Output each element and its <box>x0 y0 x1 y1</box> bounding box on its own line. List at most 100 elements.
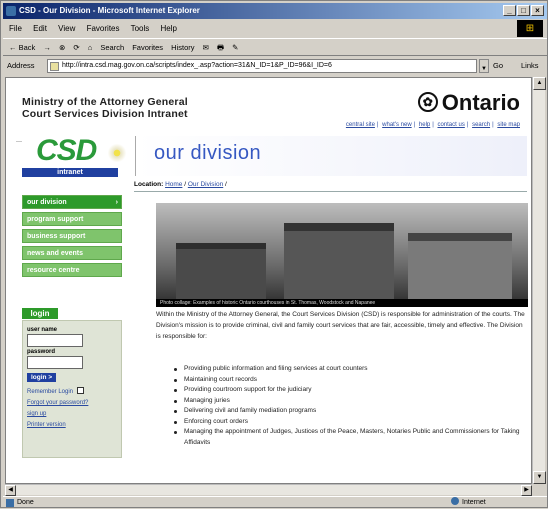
remember-label: Remember Login <box>27 389 74 395</box>
ministry-line-2: Court Services Division Intranet <box>22 108 188 120</box>
mail-icon[interactable]: ✉ <box>203 43 209 52</box>
nav-label: our division <box>27 199 67 206</box>
breadcrumb-label: Location: <box>134 181 164 188</box>
list-item: Delivering civil and family mediation pr… <box>174 406 529 417</box>
csd-logo-text: CSD <box>36 134 97 167</box>
edit-icon[interactable]: ✎ <box>232 43 238 52</box>
nav-program-support[interactable]: program support <box>22 212 122 226</box>
remember-login[interactable]: Remember Login <box>27 387 117 395</box>
list-item: Managing the appointment of Judges, Just… <box>174 427 529 448</box>
list-item: Providing courtroom support for the judi… <box>174 385 529 396</box>
menu-edit[interactable]: Edit <box>33 24 47 33</box>
zone-label: Internet <box>462 499 486 506</box>
link-site-map[interactable]: site map <box>497 122 520 128</box>
address-url: http://intra.csd.mag.gov.on.ca/scripts/i… <box>62 62 332 69</box>
go-button[interactable]: Go <box>493 57 503 75</box>
globe-icon <box>451 497 459 505</box>
scroll-down-icon[interactable]: ▼ <box>533 471 546 484</box>
nav-label: resource centre <box>27 267 80 274</box>
breadcrumb-home[interactable]: Home <box>165 181 182 188</box>
menu-view[interactable]: View <box>58 24 75 33</box>
link-contact-us[interactable]: contact us <box>437 122 464 128</box>
back-button[interactable]: ← Back <box>9 43 35 52</box>
printer-version-link[interactable]: Printer version <box>27 422 117 428</box>
nav-resource-centre[interactable]: resource centre <box>22 263 122 277</box>
home-icon[interactable]: ⌂ <box>88 43 93 52</box>
security-zone: Internet <box>451 497 486 509</box>
courthouse-woodstock <box>284 223 394 299</box>
section-title: our division <box>154 142 262 164</box>
intro-paragraph: Within the Ministry of the Attorney Gene… <box>156 311 525 340</box>
nav-business-support[interactable]: business support <box>22 229 122 243</box>
link-help[interactable]: help <box>419 122 430 128</box>
left-nav: our division › program support business s… <box>22 195 122 280</box>
ministry-title: Ministry of the Attorney General Court S… <box>22 96 188 120</box>
remember-checkbox[interactable] <box>77 387 85 394</box>
vertical-scrollbar[interactable]: ▲ ▼ <box>532 77 546 484</box>
search-button[interactable]: Search <box>100 43 124 52</box>
login-heading: login <box>22 308 58 319</box>
nav-news-and-events[interactable]: news and events <box>22 246 122 260</box>
status-bar: Done Internet <box>3 496 547 508</box>
courthouse-photo-collage: Photo collage: Examples of historic Onta… <box>156 203 528 307</box>
chevron-right-icon: › <box>115 199 118 206</box>
address-label: Address <box>7 61 35 70</box>
nav-our-division[interactable]: our division › <box>22 195 122 209</box>
address-input[interactable]: http://intra.csd.mag.gov.on.ca/scripts/i… <box>47 59 477 73</box>
list-item: Providing public information and filing … <box>174 364 529 375</box>
address-bar: Address http://intra.csd.mag.gov.on.ca/s… <box>3 57 547 75</box>
toolbar: ← Back → ⊗ ⟳ ⌂ Search Favorites History … <box>3 38 547 56</box>
menu-help[interactable]: Help <box>161 24 177 33</box>
scroll-left-icon[interactable]: ◀ <box>5 485 16 496</box>
page-icon <box>50 62 59 71</box>
password-label: password <box>27 349 56 355</box>
trillium-flower-icon <box>106 142 128 164</box>
sign-up-link[interactable]: sign up <box>27 411 117 417</box>
ontario-logo[interactable]: ✿ Ontario <box>417 90 520 116</box>
close-button[interactable]: × <box>531 5 544 16</box>
address-dropdown-icon[interactable]: ▼ <box>479 59 489 73</box>
links-button[interactable]: Links <box>521 57 539 75</box>
maximize-button[interactable]: □ <box>517 5 530 16</box>
refresh-icon[interactable]: ⟳ <box>73 43 79 52</box>
link-central-site[interactable]: central site <box>346 122 375 128</box>
print-icon[interactable]: 🖶 <box>217 43 224 52</box>
horizontal-scrollbar[interactable]: ◀ ▶ <box>5 484 532 496</box>
login-button[interactable]: login > <box>27 373 57 382</box>
password-input[interactable] <box>27 356 83 369</box>
menu-tools[interactable]: Tools <box>131 24 150 33</box>
nav-label: business support <box>27 233 86 240</box>
menu-file[interactable]: File <box>9 24 22 33</box>
photo-caption: Photo collage: Examples of historic Onta… <box>156 299 528 307</box>
intranet-label: intranet <box>22 168 118 177</box>
scroll-up-icon[interactable]: ▲ <box>533 77 546 90</box>
nav-label: news and events <box>27 250 84 257</box>
link-search[interactable]: search <box>472 122 490 128</box>
nav-label: program support <box>27 216 84 223</box>
trillium-icon: ✿ <box>417 92 438 112</box>
username-input[interactable] <box>27 334 83 347</box>
favorites-button[interactable]: Favorites <box>132 43 163 52</box>
forward-button[interactable]: → <box>43 43 51 52</box>
minimize-button[interactable]: _ <box>503 5 516 16</box>
section-banner: CSD intranet our division <box>22 134 527 177</box>
title-bar: CSD - Our Division - Microsoft Internet … <box>3 3 547 19</box>
menu-favorites[interactable]: Favorites <box>87 24 120 33</box>
forgot-password-link[interactable]: Forgot your password? <box>27 400 117 406</box>
ie-icon <box>6 6 16 16</box>
link-whats-new[interactable]: what's new <box>382 122 412 128</box>
csd-logo[interactable]: CSD intranet <box>22 134 136 177</box>
username-label: user name <box>27 327 58 333</box>
scroll-right-icon[interactable]: ▶ <box>521 485 532 496</box>
list-item: Managing juries <box>174 396 529 407</box>
ontario-wordmark: Ontario <box>441 90 520 115</box>
list-item: Maintaining court records <box>174 375 529 386</box>
windows-logo-icon: ⊞ <box>517 20 543 37</box>
list-item: Enforcing court orders <box>174 417 529 428</box>
breadcrumb-current[interactable]: Our Division <box>188 181 223 188</box>
page-done-icon <box>6 499 14 507</box>
history-button[interactable]: History <box>171 43 194 52</box>
top-links: central site | what's new | help | contact … <box>345 122 520 128</box>
stop-icon[interactable]: ⊗ <box>59 43 65 52</box>
page-viewport: Ministry of the Attorney General Court S… <box>5 77 532 484</box>
